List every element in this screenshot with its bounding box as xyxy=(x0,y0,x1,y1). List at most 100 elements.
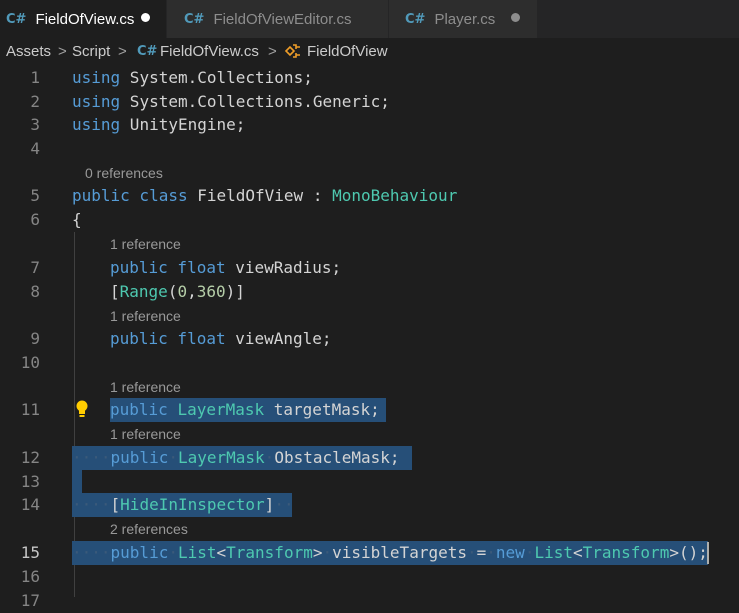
code-lens-references[interactable]: 2 references xyxy=(110,519,188,539)
line-number: 13 xyxy=(20,472,40,491)
unsaved-dot-icon[interactable] xyxy=(511,13,520,22)
line-number: 3 xyxy=(30,115,40,134)
tab-label: Player.cs xyxy=(434,10,496,28)
code-token: < xyxy=(216,543,227,562)
line-number: 10 xyxy=(20,353,40,372)
code-token: >(); xyxy=(669,543,708,562)
code-line-9[interactable]: public float viewAngle; xyxy=(110,327,332,351)
code-token: 360 xyxy=(196,282,226,301)
code-token: System.Collections.Generic; xyxy=(120,92,390,111)
tab-bar: C# FieldOfView.cs C# FieldOfViewEditor.c… xyxy=(0,0,739,38)
line-number: 12 xyxy=(20,448,40,467)
code-token: [ xyxy=(110,282,120,301)
breadcrumb-script[interactable]: Script xyxy=(72,43,110,60)
line-number: 7 xyxy=(30,258,40,277)
line-number: 1 xyxy=(30,68,40,87)
code-line-2[interactable]: using System.Collections.Generic; xyxy=(72,90,390,114)
code-line-15[interactable]: ····public·List<Transform>·visibleTarget… xyxy=(72,541,708,565)
code-token: public xyxy=(110,543,169,562)
code-lens-references[interactable]: 1 reference xyxy=(110,306,181,326)
chevron-right-icon: > xyxy=(118,43,127,60)
breadcrumb-assets[interactable]: Assets xyxy=(6,43,51,60)
code-line-14[interactable]: ····[HideInInspector]·· xyxy=(72,493,294,517)
code-token: [ xyxy=(110,495,121,514)
code-lens-references[interactable]: 1 reference xyxy=(110,424,181,444)
code-token: using xyxy=(72,115,121,134)
code-line-12[interactable]: ····public·LayerMask·ObstacleMask; xyxy=(72,446,400,470)
code-line-7[interactable]: public float viewRadius; xyxy=(110,256,341,280)
code-token: visibleTargets xyxy=(332,543,467,562)
code-token: ] xyxy=(264,495,275,514)
line-number: 6 xyxy=(30,210,40,229)
whitespace-dots: · xyxy=(322,543,333,562)
code-lens-references[interactable]: 1 reference xyxy=(110,377,181,397)
line-number: 16 xyxy=(20,567,40,586)
code-lens-references[interactable]: 0 references xyxy=(85,163,163,183)
code-line-11[interactable]: public LayerMask targetMask; xyxy=(110,398,380,422)
whitespace-dots: ···· xyxy=(72,448,111,467)
code-token: )] xyxy=(225,282,245,301)
whitespace-dots: · xyxy=(168,543,178,562)
whitespace-dots: ·· xyxy=(274,495,294,514)
code-token: Transform xyxy=(582,543,670,562)
whitespace-dots: ···· xyxy=(72,495,111,514)
line-number: 15 xyxy=(20,543,40,562)
csharp-file-icon: C# xyxy=(184,11,205,27)
code-token: 0 xyxy=(177,282,188,301)
code-token: using xyxy=(72,68,121,87)
whitespace-dots: · xyxy=(264,448,275,467)
line-number: 14 xyxy=(20,495,40,514)
line-number: 8 xyxy=(30,282,40,301)
code-token: public xyxy=(110,400,168,419)
code-token: targetMask; xyxy=(264,400,380,419)
tab-fieldofview[interactable]: C# FieldOfView.cs xyxy=(0,0,166,38)
line-number: 17 xyxy=(20,591,40,610)
code-token: FieldOfView : xyxy=(187,186,333,205)
tab-player[interactable]: C# Player.cs xyxy=(389,0,537,38)
code-line-8[interactable]: [Range(0,360)] xyxy=(110,280,245,304)
code-token: Range xyxy=(119,282,168,301)
code-token: ObstacleMask; xyxy=(274,448,400,467)
tab-label: FieldOfView.cs xyxy=(35,10,135,28)
line-number: 11 xyxy=(20,400,40,419)
tab-fieldofvieweditor[interactable]: C# FieldOfViewEditor.cs xyxy=(167,0,388,38)
whitespace-dots: · xyxy=(486,543,496,562)
code-token: public float xyxy=(110,329,226,348)
csharp-file-icon: C# xyxy=(137,44,158,59)
code-line-6[interactable]: { xyxy=(72,208,82,232)
code-token: LayerMask xyxy=(177,400,265,419)
chevron-right-icon: > xyxy=(58,43,67,60)
code-token: using xyxy=(72,92,121,111)
code-token: = xyxy=(476,543,487,562)
code-token: UnityEngine; xyxy=(120,115,246,134)
code-line-5[interactable]: public class FieldOfView : MonoBehaviour xyxy=(72,184,457,208)
selection-highlight xyxy=(72,470,82,494)
unsaved-dot-icon[interactable] xyxy=(141,13,150,22)
code-lens-references[interactable]: 1 reference xyxy=(110,234,181,254)
whitespace-dots: ···· xyxy=(72,543,111,562)
code-token: ( xyxy=(167,282,178,301)
class-symbol-icon xyxy=(284,42,302,64)
code-token: Transform xyxy=(226,543,313,562)
line-number: 2 xyxy=(30,92,40,111)
code-token: public float xyxy=(110,258,226,277)
csharp-file-icon: C# xyxy=(405,11,426,27)
line-number: 5 xyxy=(30,186,40,205)
breadcrumb-class[interactable]: FieldOfView xyxy=(307,43,388,60)
chevron-right-icon: > xyxy=(268,43,277,60)
code-line-1[interactable]: using System.Collections; xyxy=(72,66,313,90)
csharp-file-icon: C# xyxy=(6,11,27,27)
code-token: MonoBehaviour xyxy=(332,186,458,205)
code-token: new xyxy=(495,543,525,562)
lightbulb-icon[interactable] xyxy=(74,399,90,419)
code-token: HideInInspector xyxy=(120,495,265,514)
code-token: List xyxy=(534,543,573,562)
code-token: List xyxy=(177,543,217,562)
breadcrumb-file[interactable]: FieldOfView.cs xyxy=(160,43,259,60)
line-number: 4 xyxy=(30,139,40,158)
breadcrumb: Assets > Script > C# FieldOfView.cs > Fi… xyxy=(0,38,739,66)
code-token: public class xyxy=(72,186,188,205)
whitespace-dots: · xyxy=(168,448,178,467)
code-line-3[interactable]: using UnityEngine; xyxy=(72,113,245,137)
